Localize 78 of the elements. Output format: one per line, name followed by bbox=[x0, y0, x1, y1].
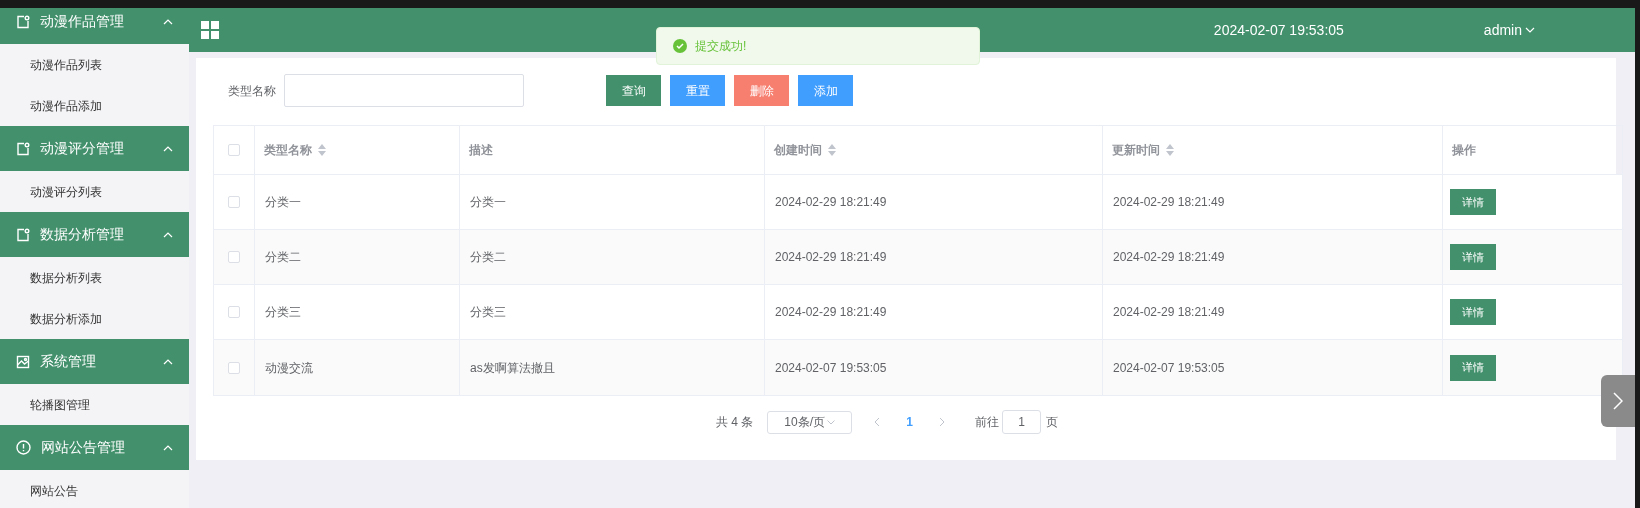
column-header: 创建时间 bbox=[774, 142, 822, 159]
sidebar-item[interactable]: 数据分析添加 bbox=[0, 298, 189, 339]
document-icon bbox=[16, 141, 30, 156]
sidebar-group[interactable]: 动漫作品管理 bbox=[0, 8, 189, 44]
table-cell-text: 分类三 bbox=[265, 304, 301, 321]
sort-icon[interactable] bbox=[1166, 144, 1174, 156]
checkbox[interactable] bbox=[228, 251, 240, 263]
document-icon bbox=[16, 14, 30, 29]
goto-page-field[interactable]: 1 bbox=[1002, 410, 1042, 434]
details-button[interactable]: 详情 bbox=[1450, 299, 1496, 325]
column-header: 类型名称 bbox=[264, 142, 312, 159]
toolbar-button[interactable]: 添加 bbox=[798, 75, 853, 106]
table-cell-text: 2024-02-29 18:21:49 bbox=[775, 304, 887, 321]
grid-menu-icon[interactable] bbox=[201, 21, 219, 39]
table-cell-text: 2024-02-29 18:21:49 bbox=[1113, 304, 1225, 321]
chevron-up-icon bbox=[163, 444, 173, 451]
user-menu[interactable]: admin bbox=[1483, 19, 1535, 41]
sidebar-group[interactable]: 动漫评分管理 bbox=[0, 126, 189, 171]
table-cell-text: 2024-02-29 18:21:49 bbox=[775, 249, 887, 266]
page-size-select[interactable]: 10条/页 bbox=[767, 410, 853, 434]
table-cell-text: 分类三 bbox=[470, 304, 506, 321]
table-cell-text: 分类二 bbox=[470, 249, 506, 266]
table-cell-text: 2024-02-29 18:21:49 bbox=[1113, 249, 1225, 266]
success-icon bbox=[673, 39, 687, 53]
chevron-up-icon bbox=[163, 358, 173, 365]
sort-icon[interactable] bbox=[828, 144, 836, 156]
checkbox[interactable] bbox=[228, 361, 240, 374]
chevron-up-icon bbox=[163, 18, 173, 25]
table-cell-text: 2024-02-07 19:53:05 bbox=[1113, 359, 1225, 377]
sidebar-item[interactable]: 动漫作品添加 bbox=[0, 85, 189, 126]
sidebar-item[interactable]: 动漫作品列表 bbox=[0, 44, 189, 85]
image-icon bbox=[16, 354, 30, 369]
details-button[interactable]: 详情 bbox=[1450, 189, 1496, 215]
chevron-down-icon bbox=[1525, 27, 1535, 33]
checkbox[interactable] bbox=[228, 144, 240, 156]
document-icon bbox=[16, 227, 30, 242]
chevron-up-icon bbox=[163, 231, 173, 238]
table-cell-text: 分类二 bbox=[265, 249, 301, 266]
sidebar-group[interactable]: 系统管理 bbox=[0, 339, 189, 384]
previous-page-icon[interactable] bbox=[874, 417, 881, 427]
toolbar-button[interactable]: 查询 bbox=[606, 75, 661, 106]
column-header: 更新时间 bbox=[1112, 142, 1160, 159]
column-header: 描述 bbox=[469, 142, 493, 159]
search-field[interactable] bbox=[284, 74, 524, 107]
carousel-next-button[interactable] bbox=[1601, 375, 1635, 427]
details-button[interactable]: 详情 bbox=[1450, 244, 1496, 270]
table-cell-text: 动漫交流 bbox=[265, 359, 313, 377]
sidebar-item[interactable]: 轮播图管理 bbox=[0, 384, 189, 425]
sidebar-item[interactable]: 网站公告 bbox=[0, 470, 189, 508]
sidebar-item[interactable]: 数据分析列表 bbox=[0, 257, 189, 298]
table-cell-text: 2024-02-07 19:53:05 bbox=[775, 359, 887, 377]
chevron-down-icon bbox=[827, 419, 836, 425]
sort-icon[interactable] bbox=[318, 144, 326, 156]
sidebar-group[interactable]: 数据分析管理 bbox=[0, 212, 189, 257]
checkbox[interactable] bbox=[228, 306, 240, 318]
goto-label: 前往 bbox=[975, 414, 1000, 431]
sidebar-group[interactable]: 网站公告管理 bbox=[0, 425, 189, 470]
column-header: 操作 bbox=[1452, 142, 1476, 159]
header-datetime: 2024-02-07 19:53:05 bbox=[1213, 20, 1344, 40]
toast-message: 提交成功! bbox=[695, 38, 747, 55]
sidebar-item[interactable]: 动漫评分列表 bbox=[0, 171, 189, 212]
total-count: 共 4 条 bbox=[716, 414, 754, 431]
goto-suffix: 页 bbox=[1046, 414, 1059, 431]
search-label: 类型名称 bbox=[228, 82, 276, 100]
toolbar-button[interactable]: 重置 bbox=[670, 75, 725, 106]
page-number[interactable]: 1 bbox=[906, 413, 914, 431]
checkbox[interactable] bbox=[228, 196, 240, 208]
table-cell-text: 分类一 bbox=[470, 194, 506, 211]
chevron-up-icon bbox=[163, 145, 173, 152]
table-cell-text: 2024-02-29 18:21:49 bbox=[775, 194, 887, 211]
toolbar-button[interactable]: 删除 bbox=[734, 75, 789, 106]
table-cell-text: 2024-02-29 18:21:49 bbox=[1113, 194, 1225, 211]
chevron-right-icon bbox=[1613, 392, 1623, 410]
table-cell-text: 分类一 bbox=[265, 194, 301, 211]
alert-icon bbox=[16, 440, 31, 455]
table-cell-text: as发啊算法撤且 bbox=[470, 359, 555, 377]
next-page-icon[interactable] bbox=[939, 417, 946, 427]
details-button[interactable]: 详情 bbox=[1450, 354, 1496, 381]
